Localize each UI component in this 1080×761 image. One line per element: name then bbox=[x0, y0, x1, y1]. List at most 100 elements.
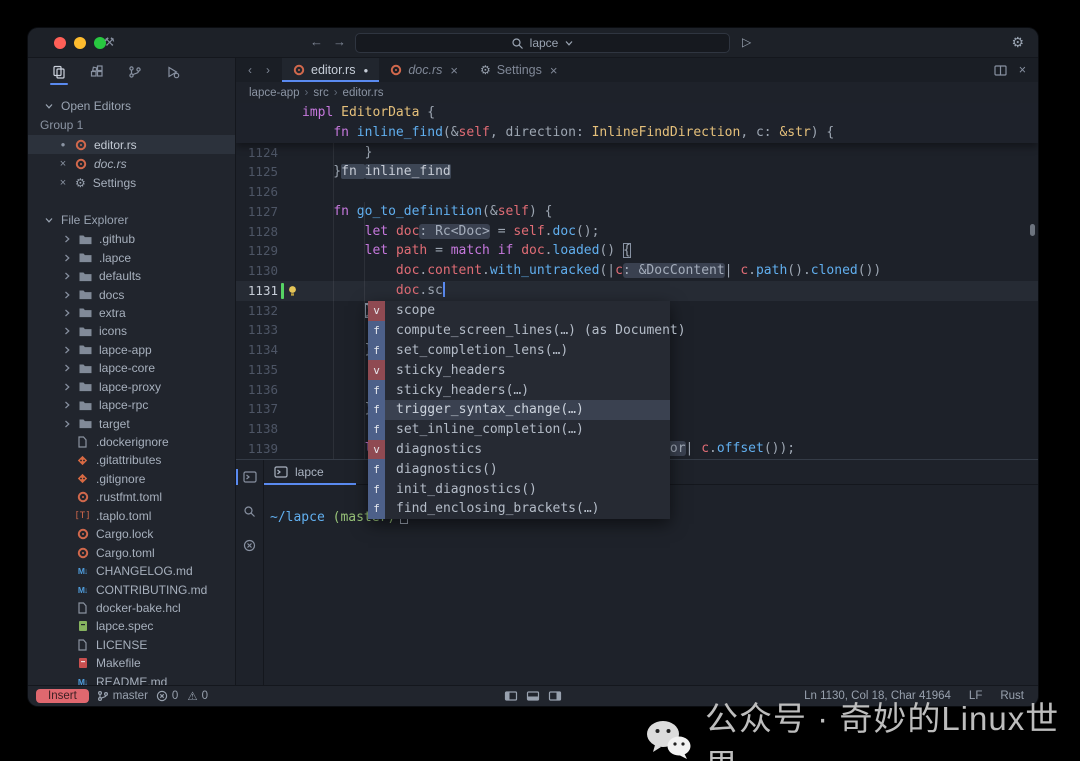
explorer-folder[interactable]: .github bbox=[28, 230, 235, 248]
close-icon[interactable]: × bbox=[550, 63, 558, 78]
files-icon[interactable] bbox=[48, 61, 70, 83]
back-arrow-icon[interactable]: ← bbox=[310, 34, 323, 49]
code-line[interactable]: 1125 }fn inline_find bbox=[236, 162, 1038, 182]
command-palette-input[interactable]: lapce bbox=[355, 33, 730, 53]
file-explorer-list: .github.lapcedefaultsdocsextraiconslapce… bbox=[28, 230, 235, 685]
code-line[interactable]: 1131 doc.sc bbox=[236, 281, 1038, 301]
close-icon[interactable]: × bbox=[58, 177, 68, 189]
terminal-icon[interactable] bbox=[240, 468, 260, 486]
explorer-file[interactable]: .rustfmt.toml bbox=[28, 488, 235, 506]
code-line[interactable]: 1126 bbox=[236, 182, 1038, 202]
breadcrumb-part[interactable]: src bbox=[313, 87, 328, 99]
close-icon[interactable]: × bbox=[450, 63, 458, 78]
open-editor-label: Settings bbox=[93, 176, 136, 190]
explorer-file[interactable]: Cargo.toml bbox=[28, 543, 235, 561]
panel-left-toggle-icon[interactable] bbox=[505, 691, 518, 701]
code-line[interactable]: 1128 let doc: Rc<Doc> = self.doc(); bbox=[236, 222, 1038, 242]
code-line[interactable]: 1124 } bbox=[236, 143, 1038, 163]
desktop-background: ⚒ ← → lapce ▷ ⚙ Open Editors Group 1 bbox=[0, 0, 1080, 761]
sticky-code-line[interactable]: fn inline_find(&self, direction: InlineF… bbox=[236, 123, 1038, 143]
debug-icon[interactable] bbox=[162, 61, 184, 83]
rust-icon bbox=[75, 139, 87, 151]
code-line[interactable]: 1129 let path = match if doc.loaded() { bbox=[236, 241, 1038, 261]
completion-item[interactable]: finit_diagnostics() bbox=[368, 479, 670, 499]
tab-doc.rs[interactable]: doc.rs× bbox=[379, 58, 469, 82]
run-button[interactable]: ▷ bbox=[742, 35, 751, 49]
explorer-folder[interactable]: defaults bbox=[28, 267, 235, 285]
breadcrumb-part[interactable]: lapce-app bbox=[249, 87, 300, 99]
completion-item[interactable]: vscope bbox=[368, 301, 670, 321]
completion-label: scope bbox=[385, 301, 670, 321]
explorer-file[interactable]: M↓CONTRIBUTING.md bbox=[28, 580, 235, 598]
explorer-folder[interactable]: icons bbox=[28, 322, 235, 340]
activity-bar bbox=[28, 58, 235, 86]
explorer-folder[interactable]: lapce-core bbox=[28, 359, 235, 377]
explorer-file[interactable]: Makefile bbox=[28, 654, 235, 672]
breadcrumb-part[interactable]: editor.rs bbox=[343, 87, 384, 99]
close-circle-icon[interactable] bbox=[240, 536, 260, 554]
scrollbar-thumb[interactable] bbox=[1030, 224, 1035, 236]
explorer-folder[interactable]: docs bbox=[28, 285, 235, 303]
explorer-file[interactable]: .gitattributes bbox=[28, 451, 235, 469]
explorer-file[interactable]: M↓README.md bbox=[28, 673, 235, 686]
open-editors-header[interactable]: Open Editors bbox=[28, 96, 235, 116]
explorer-file[interactable]: [T].taplo.toml bbox=[28, 507, 235, 525]
completion-item[interactable]: fset_inline_completion(…) bbox=[368, 420, 670, 440]
minimize-window-button[interactable] bbox=[74, 37, 86, 49]
explorer-folder[interactable]: .lapce bbox=[28, 248, 235, 266]
close-window-button[interactable] bbox=[54, 37, 66, 49]
folder-icon bbox=[79, 344, 92, 355]
explorer-file[interactable]: Cargo.lock bbox=[28, 525, 235, 543]
explorer-file[interactable]: docker-bake.hcl bbox=[28, 599, 235, 617]
open-editor-item[interactable]: ●editor.rs bbox=[28, 135, 235, 154]
file-explorer-header[interactable]: File Explorer bbox=[28, 210, 235, 230]
explorer-folder[interactable]: lapce-rpc bbox=[28, 396, 235, 414]
explorer-file[interactable]: .gitignore bbox=[28, 470, 235, 488]
open-editor-item[interactable]: ×⚙Settings bbox=[28, 173, 235, 192]
completion-item[interactable]: vsticky_headers bbox=[368, 360, 670, 380]
git-branch-indicator[interactable]: master bbox=[97, 690, 148, 702]
forward-arrow-icon[interactable]: → bbox=[333, 34, 346, 49]
completion-item[interactable]: vdiagnostics bbox=[368, 440, 670, 460]
open-editor-item[interactable]: ×doc.rs bbox=[28, 154, 235, 173]
search-icon bbox=[511, 37, 524, 50]
search-icon[interactable] bbox=[240, 502, 260, 520]
completion-item[interactable]: fset_completion_lens(…) bbox=[368, 341, 670, 361]
terminal-tab[interactable]: lapce bbox=[264, 460, 356, 484]
mode-badge[interactable]: Insert bbox=[36, 689, 89, 703]
source-control-icon[interactable] bbox=[124, 61, 146, 83]
code-line[interactable]: 1130 doc.content.with_untracked(|c: &Doc… bbox=[236, 261, 1038, 281]
close-icon[interactable]: × bbox=[58, 158, 68, 170]
explorer-file[interactable]: .dockerignore bbox=[28, 433, 235, 451]
explorer-folder[interactable]: target bbox=[28, 414, 235, 432]
diagnostics-indicator[interactable]: 0 ⚠ 0 bbox=[156, 689, 208, 703]
tab-editor.rs[interactable]: editor.rs● bbox=[282, 58, 379, 82]
panel-bottom-toggle-icon[interactable] bbox=[527, 691, 540, 701]
explorer-file[interactable]: M↓CHANGELOG.md bbox=[28, 562, 235, 580]
extensions-icon[interactable] bbox=[86, 61, 108, 83]
lightbulb-icon[interactable] bbox=[287, 285, 298, 297]
completion-item[interactable]: fcompute_screen_lines(…) (as Document) bbox=[368, 321, 670, 341]
tab-Settings[interactable]: ⚙Settings× bbox=[469, 58, 569, 82]
completion-item[interactable]: ftrigger_syntax_change(…) bbox=[368, 400, 670, 420]
explorer-folder[interactable]: extra bbox=[28, 304, 235, 322]
breadcrumb[interactable]: lapce-app›src›editor.rs bbox=[236, 82, 1038, 103]
settings-gear-icon[interactable]: ⚙ bbox=[1011, 34, 1024, 51]
completion-item[interactable]: ffind_enclosing_brackets(…) bbox=[368, 499, 670, 519]
code-line[interactable]: 1127 fn go_to_definition(&self) { bbox=[236, 202, 1038, 222]
tab-back-icon[interactable]: ‹ bbox=[248, 63, 252, 77]
modified-dot-icon: ● bbox=[58, 140, 68, 149]
explorer-folder[interactable]: lapce-app bbox=[28, 341, 235, 359]
completion-item[interactable]: fsticky_headers(…) bbox=[368, 380, 670, 400]
panel-right-toggle-icon[interactable] bbox=[549, 691, 562, 701]
explorer-file[interactable]: lapce.spec bbox=[28, 617, 235, 635]
tab-forward-icon[interactable]: › bbox=[266, 63, 270, 77]
close-icon[interactable]: × bbox=[1019, 63, 1026, 77]
error-icon bbox=[156, 690, 168, 702]
sticky-code-line[interactable]: impl EditorData { bbox=[236, 103, 1038, 123]
completion-kind-icon: f bbox=[368, 400, 385, 420]
split-editor-icon[interactable] bbox=[994, 65, 1007, 76]
explorer-folder[interactable]: lapce-proxy bbox=[28, 378, 235, 396]
completion-item[interactable]: fdiagnostics() bbox=[368, 459, 670, 479]
explorer-file[interactable]: LICENSE bbox=[28, 636, 235, 654]
